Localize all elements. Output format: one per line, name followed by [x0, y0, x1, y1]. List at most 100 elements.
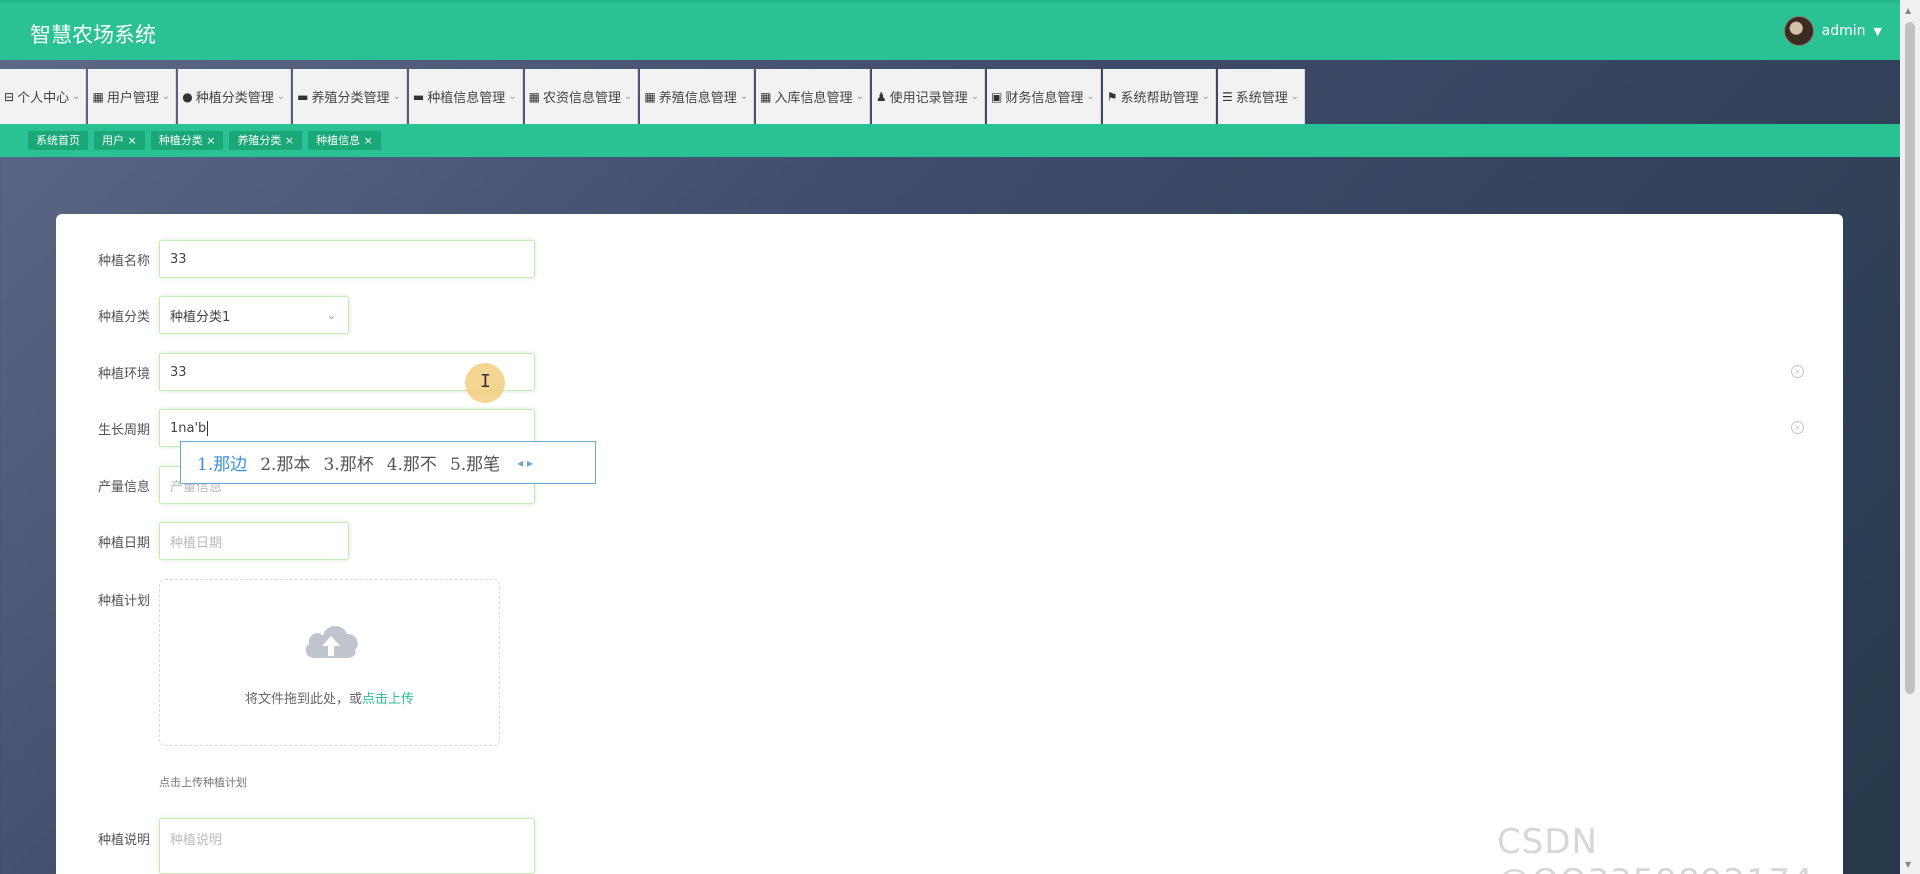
username[interactable]: admin: [1822, 23, 1866, 39]
nav-item-label: 系统帮助管理: [1120, 91, 1199, 106]
nav-item-4[interactable]: ▬ 种植信息管理 ⌄: [408, 69, 523, 124]
nav-item-label: 农资信息管理: [542, 91, 621, 106]
nav-item-label: 财务信息管理: [1005, 91, 1084, 106]
nav-item-label: 用户管理: [106, 91, 159, 106]
ime-candidate[interactable]: 2.那本: [260, 450, 310, 475]
nav-item-label: 种植分类管理: [195, 91, 274, 106]
desc-label: 种植说明: [97, 833, 150, 848]
nav-item-label: 个人中心: [17, 91, 70, 106]
chevron-down-icon: ⌄: [1086, 91, 1095, 102]
nav-item-11[interactable]: ☰ 系统管理 ⌄: [1217, 69, 1306, 124]
upload-dropzone[interactable]: 将文件拖到此处，或点击上传: [159, 579, 500, 746]
scroll-up-icon[interactable]: ▲: [1905, 6, 1911, 15]
page-scrollbar[interactable]: ▲ ▼: [1900, 0, 1920, 874]
desc-textarea[interactable]: 种植说明: [159, 818, 535, 874]
nav-item-3[interactable]: ▬ 养殖分类管理 ⌄: [293, 69, 407, 124]
nav-item-0[interactable]: ⊟ 个人中心 ⌄: [0, 69, 87, 124]
category-label: 种植分类: [97, 310, 150, 325]
calendar-icon: ⊟: [4, 89, 15, 104]
tab-1[interactable]: 用户 ×: [94, 131, 145, 150]
open-tabs: 系统首页 用户 × 种植分类 × 养殖分类 × 种植信息 ×: [28, 131, 381, 150]
nav-item-9[interactable]: ▣ 财务信息管理 ⌄: [987, 69, 1101, 124]
text-caret: [207, 420, 209, 436]
watermark: CSDN @QQ3359892174: [1497, 822, 1813, 874]
nav-item-2[interactable]: ● 种植分类管理 ⌄: [178, 69, 292, 124]
nav-item-label: 种植信息管理: [427, 91, 506, 106]
form-card: 种植名称 33 种植分类 种植分类1 ⌄ 种植环境 33 × 生长周期 1na'…: [56, 214, 1843, 874]
app-title: 智慧农场系统: [30, 23, 156, 47]
grid-icon: ▦: [528, 89, 540, 104]
environment-value: 33: [170, 364, 187, 380]
finance-icon: ▣: [991, 89, 1003, 104]
nav-item-8[interactable]: ♟ 使用记录管理 ⌄: [871, 69, 986, 124]
comment-icon: ▬: [297, 89, 309, 104]
nav-item-7[interactable]: ▦ 入库信息管理 ⌄: [756, 69, 870, 124]
name-label: 种植名称: [97, 254, 150, 269]
chevron-down-icon: ⌄: [1290, 91, 1300, 102]
bulb-icon: ●: [182, 89, 193, 104]
nav-item-1[interactable]: ▦ 用户管理 ⌄: [88, 69, 177, 124]
chevron-down-icon: ⌄: [739, 91, 749, 102]
name-value: 33: [170, 251, 187, 267]
tab-2[interactable]: 种植分类 ×: [150, 131, 224, 150]
nav-item-label: 养殖分类管理: [311, 91, 390, 106]
upload-tip: 点击上传种植计划: [159, 776, 247, 789]
ime-candidate[interactable]: 5.那笔: [450, 450, 500, 475]
date-placeholder: 种植日期: [170, 535, 223, 551]
ime-page-arrows-icon[interactable]: ◂ ▸: [517, 456, 533, 470]
plan-label: 种植计划: [97, 594, 150, 609]
date-picker[interactable]: 种植日期: [159, 522, 349, 560]
ime-candidate[interactable]: 4.那不: [387, 450, 437, 475]
chevron-down-icon: ⌄: [276, 91, 286, 102]
nav-item-label: 使用记录管理: [889, 91, 968, 106]
desc-placeholder: 种植说明: [170, 833, 223, 848]
chevron-down-icon: ⌄: [855, 91, 864, 102]
nav-item-6[interactable]: ▦ 养殖信息管理 ⌄: [640, 69, 755, 124]
chevron-down-icon: ⌄: [161, 91, 171, 102]
nav-item-label: 系统管理: [1235, 91, 1288, 106]
caret-down-icon[interactable]: ▼: [1874, 25, 1882, 38]
avatar[interactable]: [1783, 16, 1814, 46]
category-select[interactable]: 种植分类1 ⌄: [159, 296, 349, 334]
grid-icon: ▦: [760, 89, 772, 104]
clear-icon[interactable]: ×: [1791, 421, 1804, 434]
chevron-down-icon: ⌄: [326, 308, 336, 322]
cycle-label: 生长周期: [97, 423, 150, 438]
yield-label: 产量信息: [97, 480, 150, 495]
upload-instruction: 将文件拖到此处，或: [244, 692, 362, 707]
chevron-down-icon: ⌄: [508, 91, 517, 102]
nav-item-label: 养殖信息管理: [658, 91, 737, 106]
chevron-down-icon: ⌄: [970, 91, 980, 102]
main-nav: ⊟ 个人中心 ⌄ ▦ 用户管理 ⌄ ● 种植分类管理 ⌄ ▬ 养殖分类管理 ⌄ ▬ 种植信息管理 ⌄ ▦ 农资信…: [0, 69, 1306, 124]
chevron-down-icon: ⌄: [623, 91, 633, 102]
user-menu[interactable]: admin ▼: [1783, 16, 1882, 46]
tabs-strip: 系统首页 用户 × 种植分类 × 养殖分类 × 种植信息 ×: [0, 124, 1900, 157]
grid-icon: ▦: [92, 89, 104, 104]
ime-candidate[interactable]: 1.那边: [197, 450, 247, 475]
user-icon: ♟: [875, 89, 887, 104]
text-cursor-icon: I: [480, 371, 491, 392]
ime-candidate-bar[interactable]: 1.那边 2.那本 3.那杯 4.那不 5.那笔 ◂ ▸: [180, 441, 596, 484]
scroll-thumb[interactable]: [1905, 22, 1915, 694]
cycle-value: 1na'b: [170, 420, 207, 436]
ime-candidate[interactable]: 3.那杯: [323, 450, 373, 475]
top-header: 智慧农场系统 admin ▼: [0, 0, 1900, 60]
category-value: 种植分类1: [170, 309, 231, 325]
menu-icon: ☰: [1221, 89, 1233, 104]
upload-text: 将文件拖到此处，或点击上传: [160, 688, 499, 707]
chevron-down-icon: ⌄: [72, 91, 81, 102]
nav-item-5[interactable]: ▦ 农资信息管理 ⌄: [524, 69, 639, 124]
name-input[interactable]: 33: [159, 240, 535, 278]
tab-3[interactable]: 养殖分类 ×: [229, 131, 303, 150]
nav-item-10[interactable]: ⚑ 系统帮助管理 ⌄: [1102, 69, 1216, 124]
chevron-down-icon: ⌄: [392, 91, 401, 102]
tab-0[interactable]: 系统首页: [28, 131, 88, 150]
flag-icon: ⚑: [1106, 89, 1118, 104]
upload-link[interactable]: 点击上传: [362, 692, 414, 707]
tab-4[interactable]: 种植信息 ×: [308, 131, 381, 150]
monitor-icon: ▬: [412, 89, 425, 104]
nav-item-label: 入库信息管理: [774, 91, 853, 106]
grid-icon: ▦: [644, 89, 656, 104]
chevron-down-icon: ⌄: [1201, 91, 1210, 102]
clear-icon[interactable]: ×: [1791, 365, 1804, 378]
